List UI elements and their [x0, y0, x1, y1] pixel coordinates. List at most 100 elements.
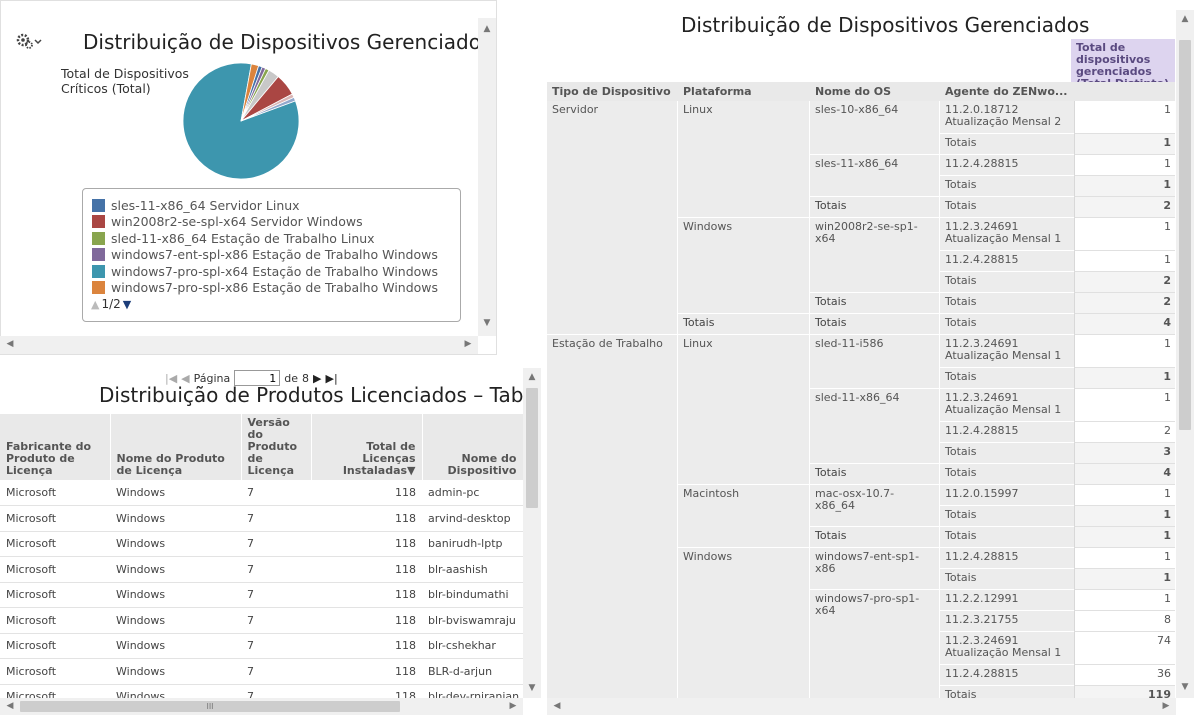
- legend-item[interactable]: win2008r2-se-spl-x64 Servidor Windows: [83, 214, 460, 231]
- pivot-cell-agent-total: Totais: [940, 527, 1074, 548]
- pivot-cell-platform: Windows: [678, 548, 809, 706]
- pivot-cell-os-name: sles-11-x86_64: [810, 155, 939, 196]
- col-header-platform[interactable]: Plataforma: [683, 85, 803, 98]
- pivot-value: 74: [1074, 632, 1175, 665]
- pivot-cell-os-total: Totais: [810, 464, 939, 484]
- licensed-vertical-scrollbar[interactable]: ▲ ▼: [523, 368, 541, 698]
- scroll-up-icon[interactable]: ▲: [524, 372, 540, 382]
- pivot-value: 1: [1074, 251, 1175, 272]
- pivot-value: 1: [1074, 485, 1175, 506]
- measure-header[interactable]: Total de dispositivos gerenciados (Total…: [1071, 39, 1175, 90]
- cell-manufacturer: Microsoft: [0, 531, 110, 557]
- table-row[interactable]: Microsoft Windows 7 118 blr-bindumathi: [0, 582, 523, 608]
- pivot-total-value: 1: [1074, 569, 1175, 590]
- pie-horizontal-scrollbar[interactable]: ◀ ▶: [0, 336, 478, 354]
- col-header-device-type[interactable]: Tipo de Dispositivo: [552, 85, 677, 98]
- col-header-manufacturer[interactable]: Fabricante do Produto de Licença: [0, 414, 111, 480]
- scroll-left-icon[interactable]: ◀: [2, 339, 18, 349]
- col-header-total-installed[interactable]: Total de Licenças Instaladas▼: [311, 414, 423, 480]
- table-row[interactable]: Microsoft Windows 7 118 banirudh-lptp: [0, 531, 523, 557]
- pivot-cell-os-total: Totais: [810, 314, 939, 334]
- table-row[interactable]: Microsoft Windows 7 118 admin-pc: [0, 480, 523, 506]
- scroll-left-icon[interactable]: ◀: [2, 701, 18, 711]
- legend-next-icon[interactable]: ▼: [123, 298, 131, 311]
- pivot-cell-platform: Linux: [678, 101, 809, 217]
- scroll-right-icon[interactable]: ▶: [460, 339, 476, 349]
- pivot-cell-os-name: win2008r2-se-sp1-x64: [810, 218, 939, 292]
- table-row[interactable]: Microsoft Windows 7 118 arvind-desktop: [0, 505, 523, 532]
- col-header-product-version[interactable]: Versão do Produto de Licença: [241, 414, 312, 480]
- pivot-value: 1: [1074, 389, 1175, 422]
- pivot-cell-os-name: sles-10-x86_64: [810, 101, 939, 154]
- cell-total-installed: 118: [311, 480, 422, 506]
- pivot-value: 1: [1074, 548, 1175, 569]
- cell-product-version: 7: [241, 607, 311, 634]
- legend-item[interactable]: windows7-pro-spl-x64 Estação de Trabalho…: [83, 263, 460, 280]
- pivot-value: 1: [1074, 155, 1175, 176]
- col-header-os-name[interactable]: Nome do OS: [815, 85, 935, 98]
- scroll-thumb[interactable]: III: [20, 701, 400, 712]
- pivot-cell-agent-total: Totais: [940, 197, 1074, 218]
- pivot-cell-agent-total: Totais: [940, 443, 1074, 464]
- pivot-cell-agent: 11.2.2.12991: [940, 590, 1074, 611]
- pie-vertical-scrollbar[interactable]: ▲ ▼: [478, 18, 496, 336]
- licensed-horizontal-scrollbar[interactable]: ◀ III ▶: [0, 698, 523, 715]
- scroll-down-icon[interactable]: ▼: [479, 318, 495, 328]
- pivot-cell-agent-total: Totais: [940, 176, 1074, 197]
- pivot-header-row: Tipo de Dispositivo Plataforma Nome do O…: [547, 82, 1175, 101]
- col-header-product-name[interactable]: Nome do Produto de Licença: [110, 414, 242, 480]
- pivot-table: Servidor Estação de Trabalho Linux Windo…: [547, 101, 1175, 707]
- legend-item[interactable]: sled-11-x86_64 Estação de Trabalho Linux: [83, 230, 460, 247]
- pivot-cell-platform: Linux: [678, 335, 809, 484]
- legend-pager: ▲ 1/2 ▼: [91, 297, 460, 311]
- table-row[interactable]: Microsoft Windows 7 118 blr-aashish: [0, 556, 523, 583]
- cell-device-name: banirudh-lptp: [422, 531, 523, 557]
- scroll-right-icon[interactable]: ▶: [505, 701, 521, 711]
- scroll-left-icon[interactable]: ◀: [549, 701, 565, 711]
- cell-device-name: blr-bviswamraju: [422, 607, 523, 634]
- legend-page: 1/2: [101, 297, 121, 311]
- cell-product-name: Windows: [110, 531, 241, 557]
- scroll-thumb[interactable]: [1179, 40, 1191, 430]
- pivot-value: 8: [1074, 611, 1175, 632]
- scroll-down-icon[interactable]: ▼: [1177, 682, 1193, 692]
- pivot-cell-os-name: mac-osx-10.7-x86_64: [810, 485, 939, 526]
- cell-manufacturer: Microsoft: [0, 633, 110, 659]
- table-header-row: Fabricante do Produto de Licença Nome do…: [0, 414, 524, 480]
- pivot-cell-agent: 11.2.3.24691 Atualização Mensal 1: [940, 632, 1074, 665]
- scroll-down-icon[interactable]: ▼: [524, 683, 540, 693]
- scroll-up-icon[interactable]: ▲: [479, 24, 495, 34]
- pivot-cell-agent: 11.2.3.21755: [940, 611, 1074, 632]
- pivot-value: 1: [1074, 590, 1175, 611]
- cell-product-name: Windows: [110, 658, 241, 685]
- scroll-right-icon[interactable]: ▶: [1158, 701, 1174, 711]
- pivot-cell-os-total: Totais: [810, 527, 939, 547]
- col-header-zenworks-agent[interactable]: Agente do ZENwo...: [945, 85, 1071, 98]
- pivot-cell-agent: 11.2.3.24691 Atualização Mensal 1: [940, 389, 1074, 422]
- cell-manufacturer: Microsoft: [0, 582, 110, 608]
- table-row[interactable]: Microsoft Windows 7 118 BLR-d-arjun: [0, 658, 523, 685]
- scroll-thumb[interactable]: [526, 388, 538, 508]
- legend-item[interactable]: windows7-pro-spl-x86 Estação de Trabalho…: [83, 280, 460, 297]
- cell-device-name: blr-aashish: [422, 556, 523, 583]
- licensed-products-table: Fabricante do Produto de Licença Nome do…: [0, 414, 524, 710]
- devices-horizontal-scrollbar[interactable]: ◀ ▶: [547, 698, 1176, 715]
- cell-manufacturer: Microsoft: [0, 505, 110, 532]
- cell-total-installed: 118: [311, 505, 422, 532]
- devices-vertical-scrollbar[interactable]: ▲ ▼: [1176, 10, 1194, 698]
- pivot-value: 1: [1074, 335, 1175, 368]
- pivot-value: 1: [1074, 218, 1175, 251]
- managed-devices-title: Distribuição de Dispositivos Gerenciados: [681, 13, 1090, 37]
- cell-product-version: 7: [241, 633, 311, 659]
- legend-prev-icon[interactable]: ▲: [91, 298, 99, 311]
- col-header-device-name[interactable]: Nome do Dispositivo: [422, 414, 524, 480]
- cell-product-version: 7: [241, 531, 311, 557]
- legend-item[interactable]: sles-11-x86_64 Servidor Linux: [83, 197, 460, 214]
- pivot-cell-agent: 11.2.4.28815: [940, 422, 1074, 443]
- table-row[interactable]: Microsoft Windows 7 118 blr-cshekhar: [0, 633, 523, 659]
- table-row[interactable]: Microsoft Windows 7 118 blr-bviswamraju: [0, 607, 523, 634]
- scroll-up-icon[interactable]: ▲: [1177, 14, 1193, 24]
- gear-icon[interactable]: [16, 32, 46, 54]
- legend-item[interactable]: windows7-ent-spl-x86 Estação de Trabalho…: [83, 247, 460, 264]
- pivot-cell-os-name: windows7-ent-sp1-x86: [810, 548, 939, 589]
